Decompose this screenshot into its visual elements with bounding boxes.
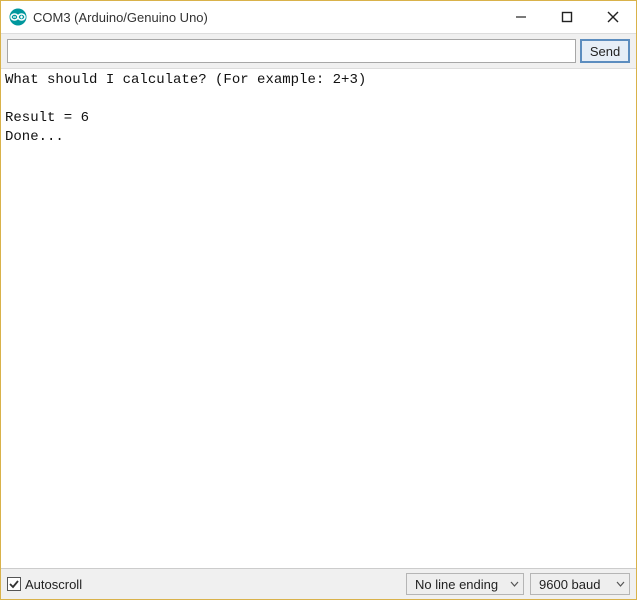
- autoscroll-checkbox[interactable]: Autoscroll: [7, 577, 400, 592]
- window-title: COM3 (Arduino/Genuino Uno): [33, 10, 498, 25]
- chevron-down-icon: [615, 579, 625, 589]
- minimize-button[interactable]: [498, 1, 544, 33]
- autoscroll-label: Autoscroll: [25, 577, 82, 592]
- line-ending-select[interactable]: No line ending: [406, 573, 524, 595]
- serial-input[interactable]: [7, 39, 576, 63]
- line-ending-value: No line ending: [415, 577, 498, 592]
- send-button[interactable]: Send: [580, 39, 630, 63]
- baud-rate-select[interactable]: 9600 baud: [530, 573, 630, 595]
- serial-input-row: Send: [1, 33, 636, 68]
- minimize-icon: [515, 11, 527, 23]
- close-button[interactable]: [590, 1, 636, 33]
- window-titlebar: COM3 (Arduino/Genuino Uno): [1, 1, 636, 33]
- window-controls: [498, 1, 636, 33]
- baud-rate-value: 9600 baud: [539, 577, 600, 592]
- arduino-icon: [9, 8, 27, 26]
- close-icon: [607, 11, 619, 23]
- serial-output[interactable]: What should I calculate? (For example: 2…: [1, 68, 636, 568]
- serial-footer: Autoscroll No line ending 9600 baud: [1, 568, 636, 599]
- maximize-icon: [561, 11, 573, 23]
- checkbox-icon: [7, 577, 21, 591]
- maximize-button[interactable]: [544, 1, 590, 33]
- chevron-down-icon: [509, 579, 519, 589]
